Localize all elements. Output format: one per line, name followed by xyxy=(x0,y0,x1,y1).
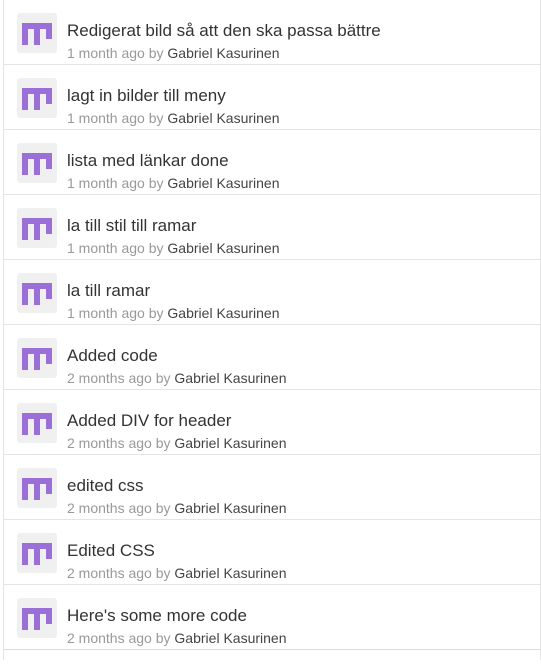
identicon-avatar-icon xyxy=(22,543,52,565)
commit-meta: 1 month ago by Gabriel Kasurinen xyxy=(67,44,279,62)
commit-row[interactable]: lagt in bilder till meny 1 month ago by G… xyxy=(4,65,540,130)
by-label: by xyxy=(155,630,171,646)
avatar[interactable] xyxy=(17,468,57,508)
commit-message[interactable]: Here's some more code xyxy=(67,606,247,626)
avatar[interactable] xyxy=(17,143,57,183)
by-label: by xyxy=(148,305,164,321)
avatar[interactable] xyxy=(17,78,57,118)
commit-author[interactable]: Gabriel Kasurinen xyxy=(167,110,279,126)
commit-row[interactable]: Redigerat bild så att den ska passa bätt… xyxy=(4,0,540,65)
avatar[interactable] xyxy=(17,338,57,378)
commit-author[interactable]: Gabriel Kasurinen xyxy=(167,175,279,191)
commit-meta: 2 months ago by Gabriel Kasurinen xyxy=(67,434,286,452)
by-label: by xyxy=(155,370,171,386)
commit-author[interactable]: Gabriel Kasurinen xyxy=(174,565,286,581)
commit-row[interactable]: Added code 2 months ago by Gabriel Kasuri… xyxy=(4,325,540,390)
commit-list: Redigerat bild så att den ska passa bätt… xyxy=(3,0,541,660)
commit-author[interactable]: Gabriel Kasurinen xyxy=(174,500,286,516)
commit-meta: 1 month ago by Gabriel Kasurinen xyxy=(67,239,279,257)
commit-meta: 1 month ago by Gabriel Kasurinen xyxy=(67,174,279,192)
commit-message[interactable]: Edited CSS xyxy=(67,541,155,561)
commit-meta: 2 months ago by Gabriel Kasurinen xyxy=(67,499,286,517)
identicon-avatar-icon xyxy=(22,348,52,370)
commit-author[interactable]: Gabriel Kasurinen xyxy=(174,370,286,386)
commit-time: 1 month ago xyxy=(67,240,145,256)
commit-row[interactable]: la till ramar 1 month ago by Gabriel Kasu… xyxy=(4,260,540,325)
avatar[interactable] xyxy=(17,208,57,248)
commit-row[interactable]: lista med länkar done 1 month ago by Gabr… xyxy=(4,130,540,195)
avatar[interactable] xyxy=(17,533,57,573)
avatar[interactable] xyxy=(17,598,57,638)
commit-message[interactable]: Added code xyxy=(67,346,158,366)
commit-row[interactable]: la till stil till ramar 1 month ago by Ga… xyxy=(4,195,540,260)
commit-time: 1 month ago xyxy=(67,305,145,321)
identicon-avatar-icon xyxy=(22,608,52,630)
commit-author[interactable]: Gabriel Kasurinen xyxy=(167,240,279,256)
commit-time: 1 month ago xyxy=(67,110,145,126)
commit-time: 2 months ago xyxy=(67,565,152,581)
by-label: by xyxy=(148,175,164,191)
by-label: by xyxy=(148,110,164,126)
commit-message[interactable]: la till stil till ramar xyxy=(67,216,196,236)
identicon-avatar-icon xyxy=(22,478,52,500)
avatar[interactable] xyxy=(17,273,57,313)
identicon-avatar-icon xyxy=(22,88,52,110)
identicon-avatar-icon xyxy=(22,413,52,435)
commit-message[interactable]: Added DIV for header xyxy=(67,411,231,431)
commit-meta: 1 month ago by Gabriel Kasurinen xyxy=(67,109,279,127)
commit-message[interactable]: lista med länkar done xyxy=(67,151,229,171)
identicon-avatar-icon xyxy=(22,153,52,175)
commit-meta: 1 month ago by Gabriel Kasurinen xyxy=(67,304,279,322)
commit-message[interactable]: Redigerat bild så att den ska passa bätt… xyxy=(67,21,381,41)
by-label: by xyxy=(155,435,171,451)
by-label: by xyxy=(155,565,171,581)
identicon-avatar-icon xyxy=(22,23,52,45)
commit-message[interactable]: la till ramar xyxy=(67,281,150,301)
commit-time: 2 months ago xyxy=(67,630,152,646)
commit-time: 2 months ago xyxy=(67,370,152,386)
avatar[interactable] xyxy=(17,403,57,443)
commit-time: 2 months ago xyxy=(67,435,152,451)
commit-author[interactable]: Gabriel Kasurinen xyxy=(167,305,279,321)
commit-meta: 2 months ago by Gabriel Kasurinen xyxy=(67,369,286,387)
commit-row[interactable]: Here's some more code 2 months ago by Gab… xyxy=(4,585,540,650)
by-label: by xyxy=(148,240,164,256)
commit-author[interactable]: Gabriel Kasurinen xyxy=(167,45,279,61)
identicon-avatar-icon xyxy=(22,218,52,240)
commit-time: 1 month ago xyxy=(67,175,145,191)
commit-message[interactable]: edited css xyxy=(67,476,144,496)
commit-author[interactable]: Gabriel Kasurinen xyxy=(174,630,286,646)
commit-time: 2 months ago xyxy=(67,500,152,516)
commit-time: 1 month ago xyxy=(67,45,145,61)
commit-row[interactable]: edited css 2 months ago by Gabriel Kasuri… xyxy=(4,455,540,520)
identicon-avatar-icon xyxy=(22,283,52,305)
commit-row[interactable]: Added DIV for header 2 months ago by Gabr… xyxy=(4,390,540,455)
by-label: by xyxy=(148,45,164,61)
by-label: by xyxy=(155,500,171,516)
commit-meta: 2 months ago by Gabriel Kasurinen xyxy=(67,564,286,582)
commit-meta: 2 months ago by Gabriel Kasurinen xyxy=(67,629,286,647)
avatar[interactable] xyxy=(17,13,57,53)
commit-author[interactable]: Gabriel Kasurinen xyxy=(174,435,286,451)
commit-row[interactable]: Edited CSS 2 months ago by Gabriel Kasuri… xyxy=(4,520,540,585)
commit-message[interactable]: lagt in bilder till meny xyxy=(67,86,226,106)
